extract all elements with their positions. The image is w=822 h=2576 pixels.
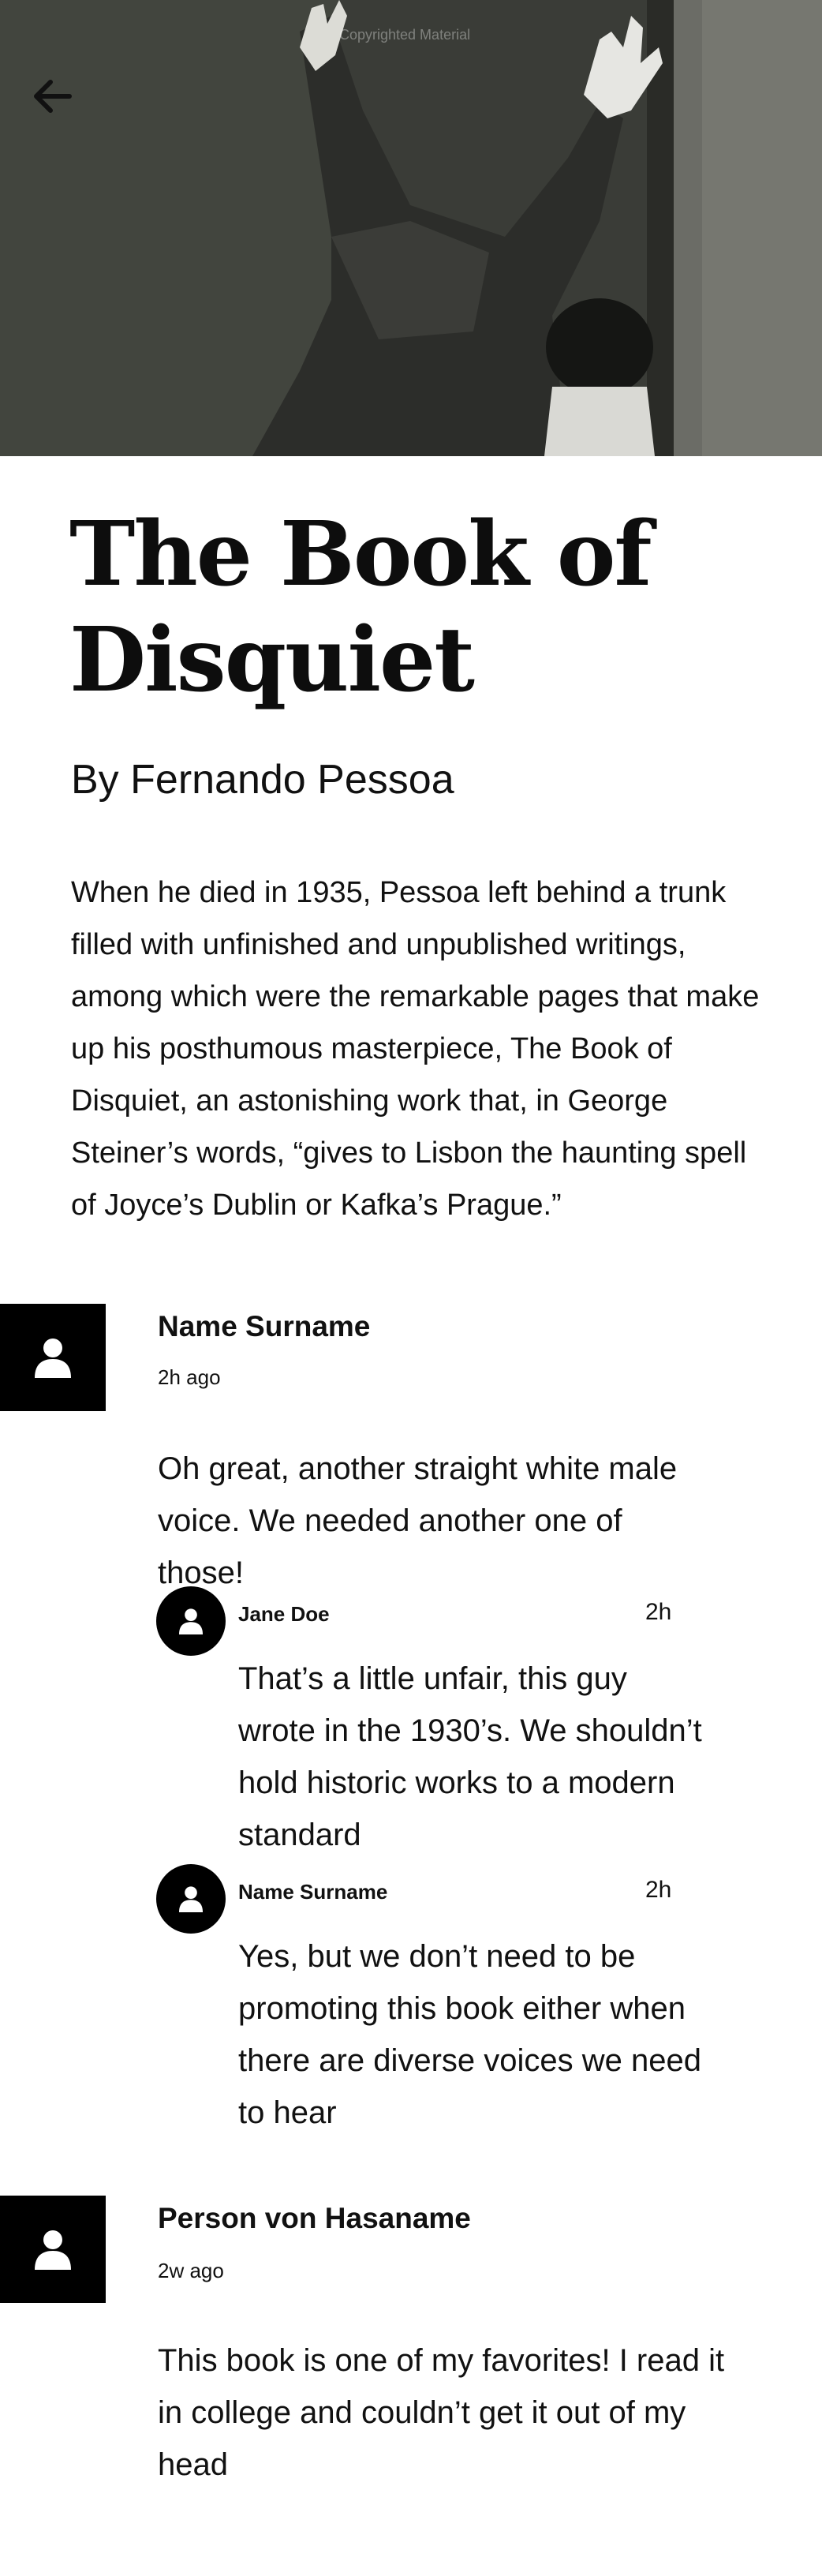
reply-text: Yes, but we don’t need to be promoting t… [238,1939,701,2130]
hero-photo [0,0,822,456]
person-icon [35,2230,71,2270]
book-author: By Fernando Pessoa [71,757,454,803]
comment-text: Oh great, another straight white male vo… [158,1451,678,1590]
page-title: The Book of Disquiet [69,502,748,713]
person-icon [179,1886,203,1912]
comment-author[interactable]: Name Surname [158,1310,370,1343]
reply-author[interactable]: Jane Doe [238,1602,330,1627]
reply-author[interactable]: Name Surname [238,1880,387,1904]
title-line-1: The Book of [69,503,652,606]
book-description: When he died in 1935, Pessoa left behind… [71,876,760,1222]
back-button[interactable] [27,71,77,122]
reply-time: 2h [645,1599,672,1625]
watermark: Copyrighted Material [339,27,471,43]
reply-text: That’s a little unfair, this guy wrote i… [238,1661,702,1852]
avatar[interactable] [0,1304,106,1411]
comment-time: 2h ago [158,1365,221,1389]
avatar[interactable] [156,1864,226,1934]
person-icon [179,1608,203,1634]
comment-author[interactable]: Person von Hasaname [158,2202,471,2235]
avatar[interactable] [0,2196,106,2303]
person-icon [35,1339,71,1378]
arrow-left-icon [34,80,72,113]
comment-text: This book is one of my favorites! I read… [158,2343,725,2482]
avatar[interactable] [156,1586,226,1656]
reply-time: 2h [645,1877,672,1903]
comment-time: 2w ago [158,2259,224,2282]
title-line-2: Disquiet [69,608,475,712]
hero-image: Copyrighted Material [0,0,822,456]
